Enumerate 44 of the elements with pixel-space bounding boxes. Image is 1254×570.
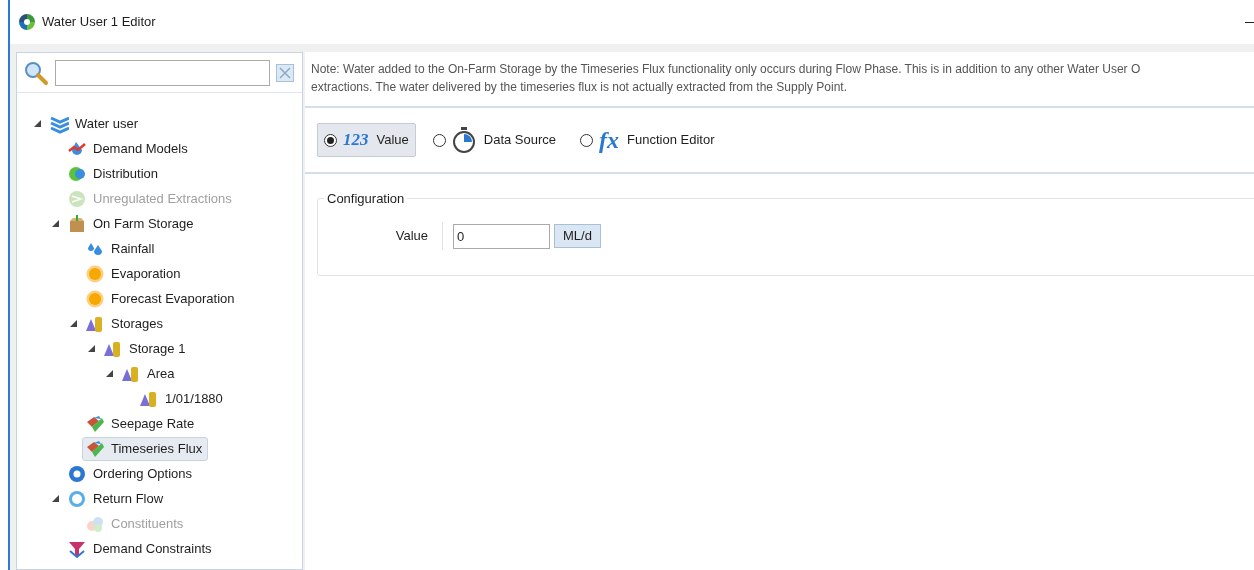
tree-item[interactable]: On Farm Storage [64,211,200,236]
search-field[interactable] [55,59,270,86]
tree-item[interactable]: Timeseries Flux [82,436,209,461]
collapse-arrow-icon[interactable] [105,370,113,377]
tree-item[interactable]: Forecast Evaporation [82,286,241,311]
unit-button[interactable]: ML/d [554,224,601,248]
tree-item[interactable]: Evaporation [82,261,187,286]
collapse-arrow-icon[interactable] [87,345,95,352]
minimize-icon[interactable] [1245,21,1254,23]
tree-item[interactable]: Water user [46,111,145,136]
number-icon: 123 [343,127,369,153]
tree-item[interactable]: Storages [82,311,170,336]
tree-item[interactable]: Seepage Rate [82,411,201,436]
collapse-arrow-icon[interactable] [51,220,59,227]
tree-item[interactable]: Area [118,361,181,386]
radio-button[interactable] [432,133,446,147]
stopwatch-icon [451,127,476,153]
value-field[interactable]: 0 [453,223,550,249]
window-title: Water User 1 Editor [42,13,156,32]
tree-item[interactable]: 1/01/1880 [136,386,229,411]
radio-button[interactable] [580,133,594,147]
box-icon [67,213,87,234]
tree-item[interactable]: Ordering Options [64,461,198,486]
tree-item[interactable]: Return Flow [64,486,170,511]
sun-icon [85,288,105,309]
tree-item[interactable]: Storage 1 [100,336,192,361]
mode-option[interactable]: Data Source [425,123,564,157]
sun-icon [85,263,105,284]
value-label: Value [394,227,429,246]
mode-option[interactable]: fx Function Editor [573,123,722,157]
tree-item[interactable]: Rainfall [82,236,161,261]
collapse-arrow-icon[interactable] [51,495,59,502]
search-icon [23,59,49,86]
radio-button[interactable] [324,133,337,147]
ring-icon [67,488,87,509]
tree-item[interactable]: Distribution [64,161,165,186]
collapse-arrow-icon[interactable] [33,120,41,127]
function-icon: fx [599,128,620,152]
note-text: Note: Water added to the On-Farm Storage by the Timeseries Flux functionality only occurs during Flow Phase. This is in addition to any other Water User O extractions. The water delivered by the timeseries flux is not actually extracted from the Supply Point. [311,61,1142,96]
tree-item[interactable]: Demand Models [64,136,194,161]
mode-option[interactable]: 123 Value [317,123,416,157]
tree-item[interactable]: Demand Constraints [64,536,218,561]
app-logo-icon [18,13,36,31]
collapse-arrow-icon[interactable] [69,320,77,327]
